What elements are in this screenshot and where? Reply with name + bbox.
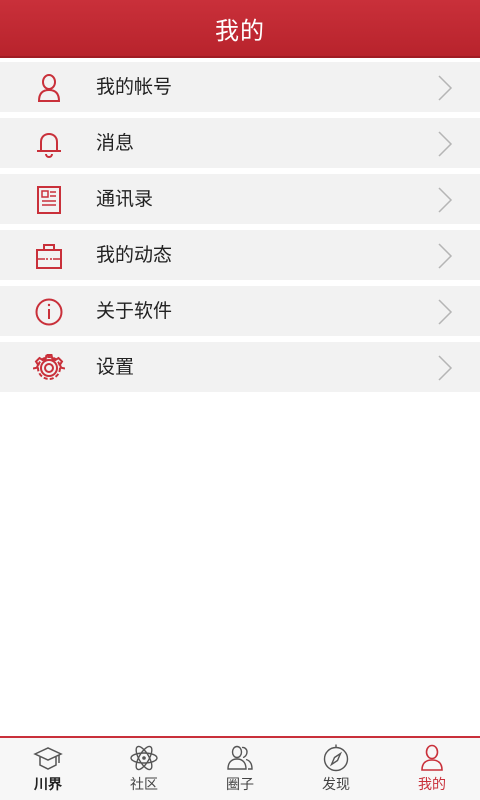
chevron-right-icon [438, 243, 453, 269]
menu-item-about[interactable]: 关于软件 [0, 286, 480, 336]
contacts-book-icon [33, 184, 65, 216]
app-header: 我的 [0, 0, 480, 58]
group-users-icon [227, 745, 253, 770]
tab-community[interactable]: 社区 [96, 738, 192, 800]
menu-item-label: 关于软件 [96, 300, 173, 322]
user-icon [421, 744, 443, 771]
menu-item-messages[interactable]: 消息 [0, 118, 480, 168]
chevron-right-icon [438, 75, 453, 101]
bottom-tab-bar: 川界 社区 圈子 发现 我的 [0, 736, 480, 800]
chevron-right-icon [438, 355, 453, 381]
page-title: 我的 [215, 16, 265, 45]
menu-item-label: 通讯录 [96, 188, 154, 210]
menu-item-account[interactable]: 我的帐号 [0, 62, 480, 112]
compass-icon [323, 744, 349, 772]
briefcase-icon [33, 240, 65, 272]
gear-icon [33, 352, 65, 384]
menu-item-label: 我的帐号 [96, 76, 173, 98]
menu-item-settings[interactable]: 设置 [0, 342, 480, 392]
graduation-cap-icon [33, 747, 63, 770]
chevron-right-icon [438, 187, 453, 213]
tab-label: 我的 [418, 777, 446, 793]
user-icon [33, 72, 65, 104]
tab-chuanjie[interactable]: 川界 [0, 738, 96, 800]
menu-item-label: 消息 [96, 132, 135, 154]
menu-item-label: 设置 [96, 356, 135, 378]
tab-label: 发现 [322, 777, 350, 793]
atom-icon [130, 745, 158, 771]
menu-list: 我的帐号 消息 通讯录 我的动态 关于软件 设置 [0, 62, 480, 398]
bell-icon [33, 128, 65, 160]
info-icon [33, 296, 65, 328]
tab-discover[interactable]: 发现 [288, 738, 384, 800]
tab-label: 圈子 [226, 777, 254, 793]
tab-circle[interactable]: 圈子 [192, 738, 288, 800]
tab-label: 社区 [130, 777, 158, 793]
chevron-right-icon [438, 299, 453, 325]
chevron-right-icon [438, 131, 453, 157]
tab-label: 川界 [34, 777, 62, 793]
menu-item-contacts[interactable]: 通讯录 [0, 174, 480, 224]
tab-mine[interactable]: 我的 [384, 738, 480, 800]
menu-item-activity[interactable]: 我的动态 [0, 230, 480, 280]
menu-item-label: 我的动态 [96, 244, 173, 266]
